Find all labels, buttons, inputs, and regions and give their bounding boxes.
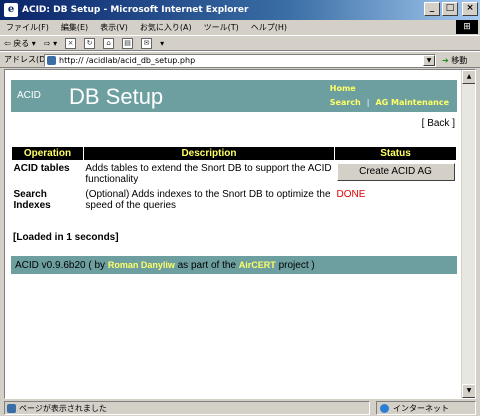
scroll-up-icon[interactable]: ▲ bbox=[462, 70, 475, 84]
status-header: Status bbox=[334, 146, 457, 161]
back-button[interactable]: ⇦ 戻る ▾ bbox=[4, 38, 36, 49]
back-dropdown-icon: ▾ bbox=[31, 38, 36, 48]
page-title: DB Setup bbox=[69, 84, 164, 109]
operation-cell: Search Indexes bbox=[13, 189, 51, 211]
operation-header: Operation bbox=[11, 146, 84, 161]
page-header: ACID DB Setup Home Search | AG Maintenance bbox=[11, 80, 457, 112]
menu-help[interactable]: ヘルプ(H) bbox=[251, 22, 287, 33]
vertical-scrollbar[interactable]: ▲ ▼ bbox=[461, 70, 475, 398]
toolbar: ⇦ 戻る ▾ ⇨ ▾ × ↻ ⌂ ▤ ✉ ▾ bbox=[0, 35, 480, 51]
operation-cell: ACID tables bbox=[13, 163, 70, 174]
scroll-down-icon[interactable]: ▼ bbox=[462, 384, 475, 398]
menu-tools[interactable]: ツール(T) bbox=[204, 22, 239, 33]
window-title: ACID: DB Setup - Microsoft Internet Expl… bbox=[22, 5, 249, 15]
go-arrow-icon: ➔ bbox=[442, 56, 449, 65]
menu-view[interactable]: 表示(V) bbox=[100, 22, 128, 33]
home-link[interactable]: Home bbox=[330, 84, 356, 93]
footer-suffix: project ) bbox=[278, 260, 315, 271]
ag-maintenance-link[interactable]: AG Maintenance bbox=[375, 98, 449, 107]
page-done-icon bbox=[7, 404, 16, 413]
address-bar: アドレス(D) http:// /acidlab/acid_db_setup.p… bbox=[0, 51, 480, 68]
status-bar: ページが表示されました インターネット bbox=[0, 400, 480, 416]
window-controls: _ □ × bbox=[424, 2, 478, 16]
menu-file[interactable]: ファイル(F) bbox=[6, 22, 49, 33]
menu-bar: ファイル(F) 編集(E) 表示(V) お気に入り(A) ツール(T) ヘルプ(… bbox=[0, 20, 480, 34]
minimize-button[interactable]: _ bbox=[424, 2, 440, 16]
author-link[interactable]: Roman Danyliw bbox=[108, 260, 175, 270]
address-url: http:// /acidlab/acid_db_setup.php bbox=[59, 56, 196, 65]
header-links: Home Search | AG Maintenance bbox=[330, 84, 449, 107]
forward-arrow-icon: ⇨ bbox=[43, 38, 51, 48]
link-separator: | bbox=[366, 98, 370, 107]
windows-logo-icon: ⊞ bbox=[456, 20, 478, 34]
table-row: ACID tables Adds tables to extend the Sn… bbox=[12, 161, 457, 188]
mail-icon[interactable]: ✉ bbox=[141, 37, 153, 49]
create-acid-ag-button[interactable]: Create ACID AG bbox=[336, 163, 455, 181]
address-input[interactable]: http:// /acidlab/acid_db_setup.php bbox=[44, 54, 436, 67]
address-label: アドレス(D) bbox=[4, 55, 49, 64]
home-icon[interactable]: ⌂ bbox=[103, 37, 115, 49]
operations-table: Operation Description Status ACID tables… bbox=[11, 146, 457, 213]
menu-edit[interactable]: 編集(E) bbox=[61, 22, 88, 33]
aircert-link[interactable]: AirCERT bbox=[239, 260, 276, 270]
page-footer: ACID v0.9.6b20 ( by Roman Danyliw as par… bbox=[11, 256, 457, 274]
search-link[interactable]: Search bbox=[330, 98, 361, 107]
page-viewport: ACID DB Setup Home Search | AG Maintenance… bbox=[4, 69, 476, 399]
page-icon bbox=[47, 56, 56, 65]
footer-prefix: ACID v0.9.6b20 ( by bbox=[15, 260, 106, 271]
go-label: 移動 bbox=[451, 56, 468, 65]
table-header-row: Operation Description Status bbox=[11, 146, 457, 161]
maximize-button[interactable]: □ bbox=[442, 2, 458, 16]
zone-text: インターネット bbox=[393, 404, 449, 413]
window-titlebar: e ACID: DB Setup - Microsoft Internet Ex… bbox=[0, 0, 480, 20]
description-header: Description bbox=[82, 146, 336, 161]
brand-label: ACID bbox=[17, 90, 41, 101]
back-arrow-icon: ⇦ bbox=[4, 38, 11, 48]
footer-middle: as part of the bbox=[177, 260, 236, 271]
menu-favorites[interactable]: お気に入り(A) bbox=[140, 22, 192, 33]
ie-icon: e bbox=[4, 3, 18, 17]
zone-panel: インターネット bbox=[376, 401, 476, 415]
status-cell: Create ACID AG bbox=[335, 161, 457, 188]
description-cell: Adds tables to extend the Snort DB to su… bbox=[85, 163, 332, 185]
status-done: DONE bbox=[336, 189, 366, 200]
globe-icon bbox=[380, 404, 389, 413]
table-row: Search Indexes (Optional) Adds indexes t… bbox=[12, 187, 457, 213]
forward-dropdown-icon: ▾ bbox=[53, 38, 58, 48]
forward-button[interactable]: ⇨ ▾ bbox=[44, 39, 57, 48]
close-button[interactable]: × bbox=[462, 2, 478, 16]
address-dropdown-icon[interactable]: ▼ bbox=[423, 55, 435, 66]
go-button[interactable]: ➔ 移動 bbox=[442, 54, 467, 67]
loaded-time: [Loaded in 1 seconds] bbox=[13, 232, 119, 243]
description-cell: (Optional) Adds indexes to the Snort DB … bbox=[85, 189, 331, 211]
status-cell: DONE bbox=[335, 187, 457, 213]
mail-dropdown-icon[interactable]: ▾ bbox=[160, 39, 164, 48]
stop-icon[interactable]: × bbox=[65, 37, 77, 49]
back-link[interactable]: [ Back ] bbox=[422, 118, 455, 129]
refresh-icon[interactable]: ↻ bbox=[84, 37, 96, 49]
print-icon[interactable]: ▤ bbox=[122, 37, 134, 49]
status-text: ページが表示されました bbox=[19, 404, 107, 413]
status-text-panel: ページが表示されました bbox=[4, 401, 370, 415]
back-label: 戻る bbox=[13, 38, 30, 48]
